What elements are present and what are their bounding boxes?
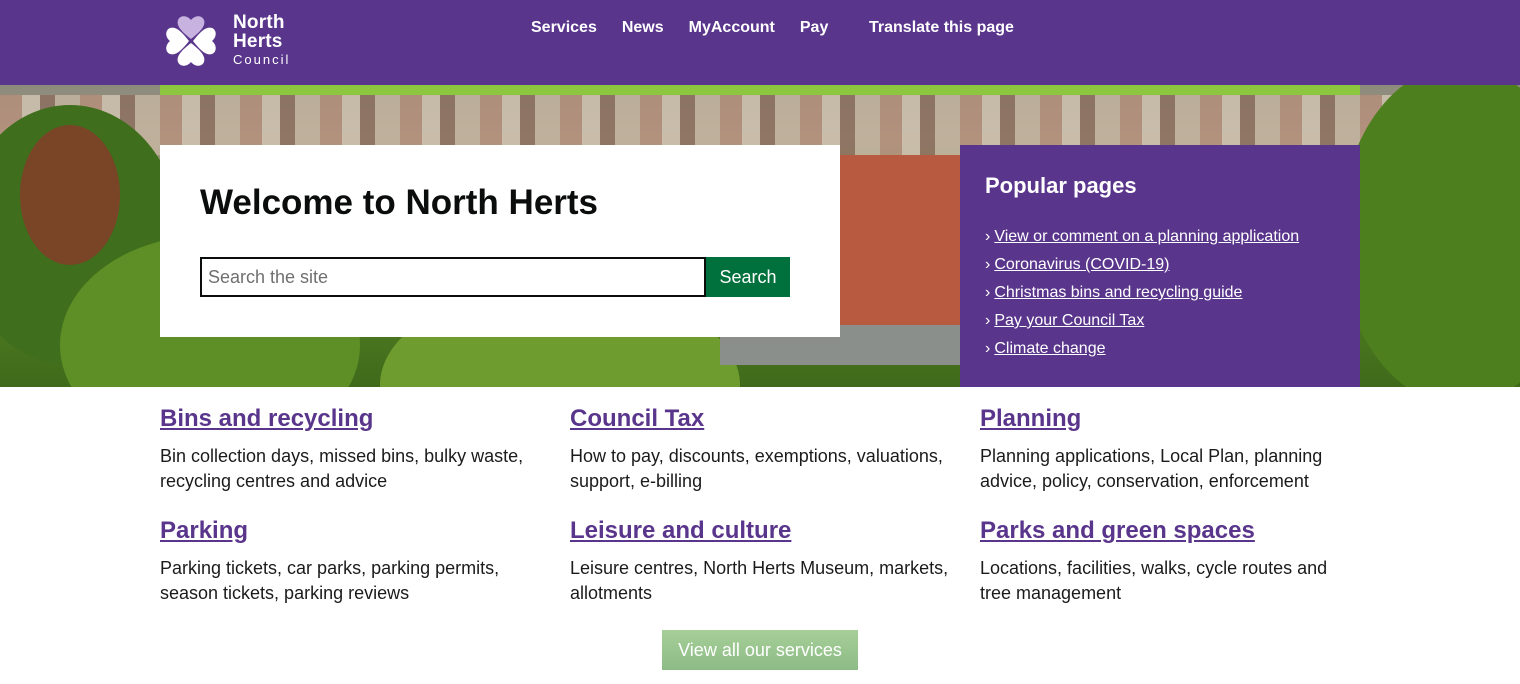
popular-pages-list: › View or comment on a planning applicati… [985,223,1299,363]
list-item: › View or comment on a planning applicati… [985,223,1299,251]
popular-link-planning[interactable]: View or comment on a planning applicatio… [994,228,1299,245]
service-parks: Parks and green spaces Locations, facili… [980,517,1360,606]
popular-pages-panel: Popular pages › View or comment on a plan… [960,145,1360,387]
nav-services[interactable]: Services [531,19,597,41]
site-header: North Herts Council Services News MyAcco… [0,0,1520,85]
service-description: Leisure centres, North Herts Museum, mar… [570,558,949,603]
north-herts-logo[interactable]: North Herts Council [160,10,300,72]
search-input[interactable] [200,257,706,297]
popular-link-council-tax[interactable]: Pay your Council Tax [994,312,1144,329]
list-item: › Coronavirus (COVID-19) [985,251,1299,279]
main-nav: Services News MyAccount Pay [531,19,853,41]
service-link-planning[interactable]: Planning [980,405,1360,433]
service-leisure: Leisure and culture Leisure centres, Nor… [570,517,950,606]
nav-myaccount[interactable]: MyAccount [689,19,775,41]
chevron-right-icon: › [985,284,991,301]
service-link-leisure[interactable]: Leisure and culture [570,517,950,545]
service-link-parking[interactable]: Parking [160,517,540,545]
page-title: Welcome to North Herts [200,183,599,222]
list-item: › Pay your Council Tax [985,307,1299,335]
service-description: Planning applications, Local Plan, plann… [980,446,1323,491]
hero-tree [1340,85,1520,387]
service-link-bins[interactable]: Bins and recycling [160,405,540,433]
popular-link-christmas-bins[interactable]: Christmas bins and recycling guide [994,284,1242,301]
hero-tree [20,125,120,265]
service-description: How to pay, discounts, exemptions, valua… [570,446,943,491]
search-button[interactable]: Search [706,257,790,297]
service-description: Parking tickets, car parks, parking perm… [160,558,500,603]
service-council-tax: Council Tax How to pay, discounts, exemp… [570,405,950,494]
logo-line-council: Council [233,52,291,67]
nav-news[interactable]: News [622,19,664,41]
logo-line-north: North [233,12,285,33]
view-all-services-button[interactable]: View all our services [662,630,858,670]
chevron-right-icon: › [985,228,991,245]
list-item: › Christmas bins and recycling guide [985,279,1299,307]
popular-link-coronavirus[interactable]: Coronavirus (COVID-19) [994,256,1169,273]
nav-pay[interactable]: Pay [800,19,828,41]
hero-banner: Welcome to North Herts Search Popular pa… [0,85,1520,387]
logo-line-herts: Herts [233,31,283,52]
welcome-panel: Welcome to North Herts Search [160,145,840,337]
service-planning: Planning Planning applications, Local Pl… [980,405,1360,494]
services-grid: Bins and recycling Bin collection days, … [160,405,1360,625]
service-link-parks[interactable]: Parks and green spaces [980,517,1360,545]
service-description: Bin collection days, missed bins, bulky … [160,446,524,491]
translate-page-link[interactable]: Translate this page [869,19,1014,37]
popular-link-climate-change[interactable]: Climate change [994,340,1105,357]
service-bins: Bins and recycling Bin collection days, … [160,405,540,494]
popular-pages-title: Popular pages [985,173,1137,198]
service-description: Locations, facilities, walks, cycle rout… [980,558,1328,603]
chevron-right-icon: › [985,340,991,357]
service-link-council-tax[interactable]: Council Tax [570,405,950,433]
accent-bar [160,85,1360,95]
chevron-right-icon: › [985,256,991,273]
heart-clover-icon [166,16,216,66]
list-item: › Climate change [985,335,1299,363]
service-parking: Parking Parking tickets, car parks, park… [160,517,540,606]
logo-text: North Herts Council [233,13,290,69]
chevron-right-icon: › [985,312,991,329]
